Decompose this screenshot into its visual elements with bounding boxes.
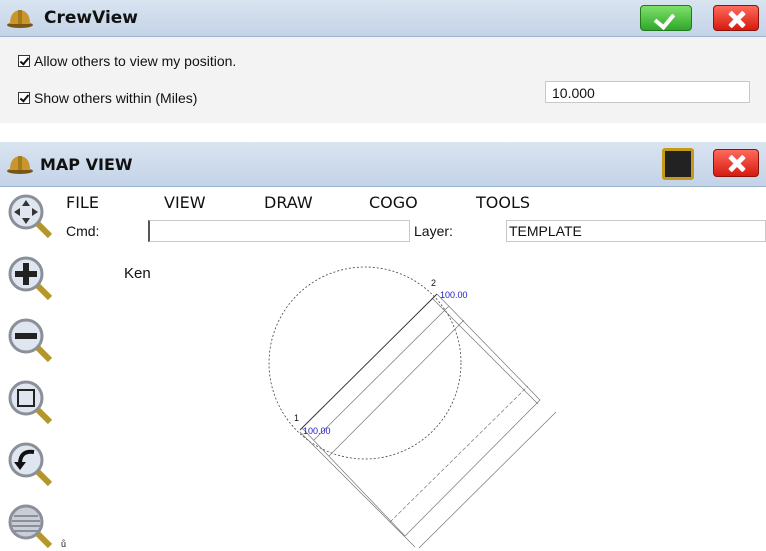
accept-button[interactable] — [640, 5, 692, 31]
mapview-title: MAP VIEW — [40, 155, 133, 174]
hardhat-icon — [7, 10, 33, 28]
zoom-extents-icon[interactable] — [6, 502, 54, 550]
mapview-titlebar: MAP VIEW — [0, 142, 766, 187]
zoom-in-icon[interactable] — [6, 254, 54, 302]
crewview-title: CrewView — [44, 8, 139, 28]
crewview-body: Allow others to view my position. Show o… — [0, 37, 766, 123]
allow-view-row[interactable]: Allow others to view my position. — [18, 53, 236, 69]
zoom-previous-icon[interactable] — [6, 440, 54, 488]
allow-view-checkbox[interactable] — [18, 55, 30, 67]
map-canvas[interactable]: Ken 2 100.00 1 100.00 ů — [60, 246, 766, 551]
crewview-titlebar: CrewView — [0, 0, 766, 37]
close-mapview-button[interactable] — [713, 149, 759, 177]
zoom-out-icon[interactable] — [6, 316, 54, 364]
show-others-checkbox[interactable] — [18, 92, 30, 104]
zoom-window-icon[interactable] — [6, 378, 54, 426]
menu-file[interactable]: FILE — [66, 193, 99, 212]
corner-marker-label: ů — [61, 539, 67, 549]
menu-cogo[interactable]: COGO — [369, 193, 418, 212]
close-crewview-button[interactable] — [713, 5, 759, 31]
show-others-row[interactable]: Show others within (Miles) — [18, 90, 197, 106]
miles-input[interactable]: 10.000 — [545, 81, 750, 103]
point-1-id: 1 — [294, 413, 300, 423]
menu-draw[interactable]: DRAW — [264, 193, 313, 212]
layer-select[interactable]: TEMPLATE — [506, 220, 766, 242]
cmd-label: Cmd: — [66, 223, 100, 239]
point-1-elevation: 100.00 — [303, 426, 331, 436]
crew-name-label: Ken — [124, 265, 151, 282]
menu-view[interactable]: VIEW — [164, 193, 206, 212]
point-2-id: 2 — [431, 278, 437, 288]
map-drawing — [268, 266, 557, 549]
allow-view-label: Allow others to view my position. — [34, 53, 237, 69]
show-others-label: Show others within (Miles) — [34, 90, 198, 106]
point-2-elevation: 100.00 — [440, 290, 468, 300]
circle-feature — [268, 266, 462, 460]
stop-button[interactable] — [662, 148, 694, 180]
centerline — [299, 293, 438, 431]
cmd-input[interactable] — [148, 220, 410, 242]
layer-label: Layer: — [414, 223, 453, 239]
menu-tools[interactable]: TOOLS — [476, 193, 530, 212]
road-template-lines — [299, 293, 557, 549]
hardhat-icon — [7, 156, 33, 174]
map-toolbar — [0, 188, 60, 551]
zoom-pan-icon[interactable] — [6, 192, 54, 240]
